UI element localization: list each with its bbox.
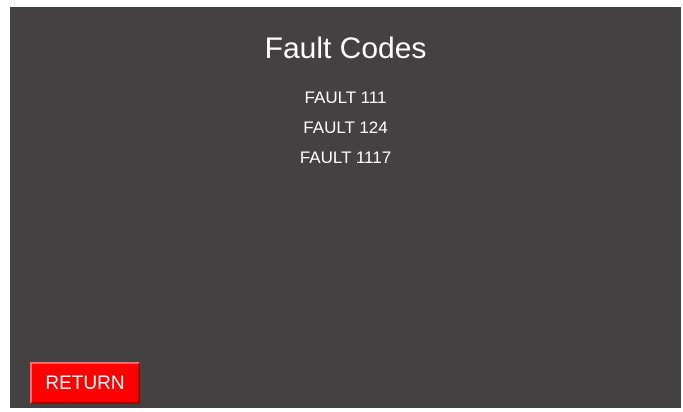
hmi-screen: Fault Codes FAULT 111 FAULT 124 FAULT 11… bbox=[10, 7, 681, 408]
fault-code-item: FAULT 1117 bbox=[299, 148, 392, 167]
fault-code-item: FAULT 111 bbox=[304, 88, 387, 107]
fault-code-item: FAULT 124 bbox=[303, 118, 388, 137]
fault-code-list: FAULT 111 FAULT 124 FAULT 1117 bbox=[10, 83, 681, 173]
page-title: Fault Codes bbox=[264, 32, 427, 65]
return-button[interactable]: RETURN bbox=[30, 362, 140, 404]
